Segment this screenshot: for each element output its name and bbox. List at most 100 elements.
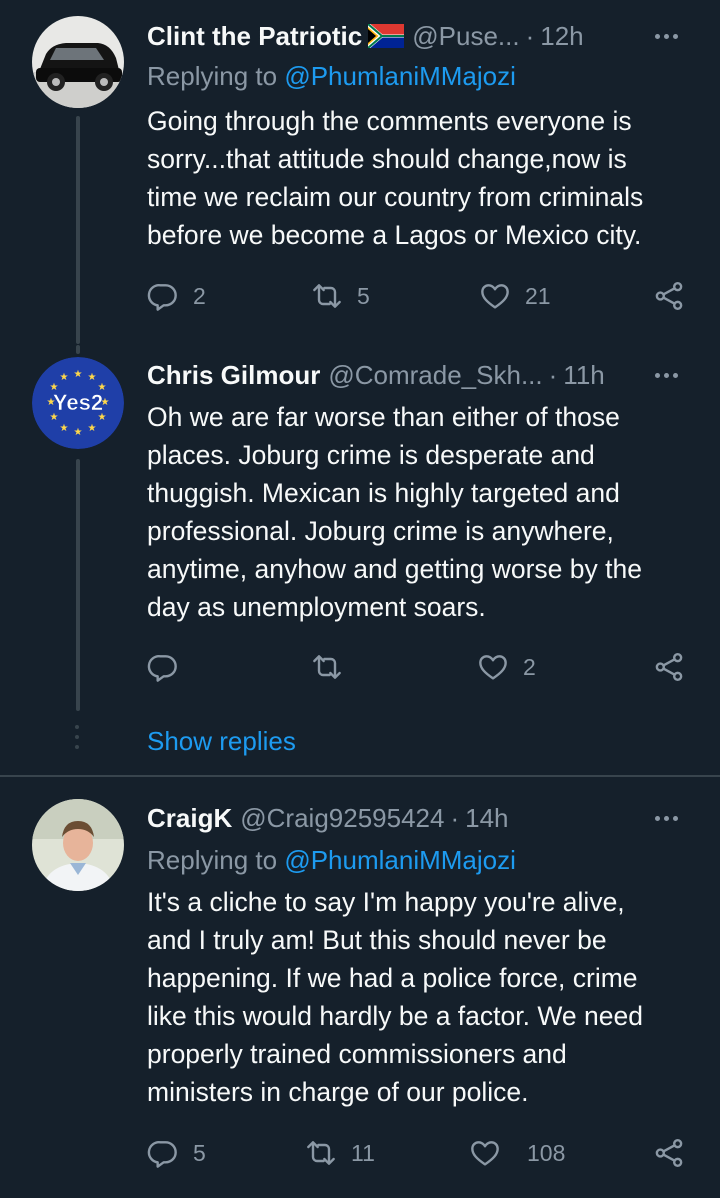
thread-line	[76, 116, 80, 344]
thread-line	[76, 459, 80, 711]
replying-to: Replying to @PhumlaniMMajozi	[147, 842, 516, 878]
retweet-count: 11	[351, 1139, 375, 1166]
text-line: professional. Joburg crime is anywhere,	[147, 516, 614, 546]
avatar[interactable]	[32, 799, 124, 891]
thread-line	[76, 345, 80, 354]
share-button[interactable]	[653, 276, 685, 316]
svg-text:★: ★	[60, 372, 69, 383]
tweet-text: Oh we are far worse than either of those…	[147, 398, 692, 626]
handle[interactable]: @Comrade_Skh...	[328, 357, 542, 393]
text-line: sorry...that attitude should change,now …	[147, 144, 627, 174]
share-icon	[653, 651, 685, 683]
thread-continuation-dots	[74, 725, 80, 755]
like-button[interactable]: 108	[469, 1133, 565, 1173]
text-line: and I truly am! But this should never be	[147, 925, 607, 955]
more-icon[interactable]	[648, 18, 684, 54]
tweet-header: Clint the Patriotic @Puse... · 12h	[147, 18, 720, 54]
avatar[interactable]	[32, 16, 124, 108]
tweet-chris[interactable]: ★ ★ ★ ★ ★ ★ ★ ★ ★ ★ ★ ★ Yes2 Chris Gilmour @Comr…	[0, 345, 720, 775]
car-avatar-image	[32, 16, 124, 108]
retweet-count: 5	[357, 282, 370, 309]
text-line: anytime, anyhow and getting worse by the	[147, 554, 642, 584]
retweet-icon	[311, 280, 343, 312]
like-count: 108	[527, 1139, 566, 1166]
tweet-header: Chris Gilmour @Comrade_Skh... · 11h	[147, 357, 720, 393]
mention-link[interactable]: @PhumlaniMMajozi	[284, 845, 516, 875]
like-icon	[469, 1137, 501, 1169]
tweet-clint[interactable]: Clint the Patriotic @Puse... · 12h Reply…	[0, 0, 720, 345]
text-line: Oh we are far worse than either of those	[147, 402, 620, 432]
text-line: It's a cliche to say I'm happy you're al…	[147, 887, 625, 917]
separator-dot: ·	[548, 360, 558, 390]
action-bar: 2	[147, 647, 720, 687]
handle[interactable]: @Craig92595424	[240, 800, 444, 836]
reply-icon	[147, 1137, 179, 1169]
svg-text:★: ★	[60, 423, 69, 434]
retweet-icon	[305, 1137, 337, 1169]
mention-link[interactable]: @PhumlaniMMajozi	[284, 61, 516, 91]
replying-prefix: Replying to	[147, 845, 278, 875]
text-line: Going through the comments everyone is	[147, 106, 632, 136]
handle[interactable]: @Puse...	[412, 18, 519, 54]
replying-to: Replying to @PhumlaniMMajozi	[147, 58, 516, 94]
like-icon	[477, 651, 509, 683]
tweet-header: CraigK @Craig92595424 · 14h	[147, 800, 720, 836]
south-africa-flag-icon	[368, 24, 405, 48]
text-line: places. Joburg crime is desperate and	[147, 440, 595, 470]
reply-feed: Clint the Patriotic @Puse... · 12h Reply…	[0, 0, 720, 1198]
like-count: 2	[523, 653, 536, 680]
text-line: ministers in charge of our police.	[147, 1077, 529, 1107]
reply-count: 5	[193, 1139, 206, 1166]
text-line: day as unemployment soars.	[147, 592, 486, 622]
reply-icon	[147, 280, 179, 312]
svg-text:★: ★	[74, 427, 83, 438]
text-line: happening. If we had a police force, cri…	[147, 963, 638, 993]
retweet-button[interactable]: 11	[305, 1133, 375, 1173]
share-icon	[653, 280, 685, 312]
reply-count: 2	[193, 282, 206, 309]
separator-dot: ·	[450, 803, 460, 833]
tweet-craigk[interactable]: CraigK @Craig92595424 · 14h Replying to …	[0, 777, 720, 1198]
timestamp[interactable]: 14h	[465, 800, 508, 836]
share-button[interactable]	[653, 647, 685, 687]
like-icon	[479, 280, 511, 312]
like-count: 21	[525, 282, 551, 309]
svg-text:★: ★	[88, 423, 97, 434]
avatar-logo-text: Yes2	[53, 390, 103, 415]
tweet-text: Going through the comments everyone is s…	[147, 102, 692, 254]
like-button[interactable]: 21	[479, 276, 551, 316]
yes2-avatar-image: ★ ★★ ★★★ ★★★ ★★★ Yes2	[32, 357, 124, 449]
display-name[interactable]: CraigK	[147, 800, 232, 836]
retweet-icon	[311, 651, 343, 683]
display-name[interactable]: Chris Gilmour	[147, 357, 320, 393]
tweet-text: It's a cliche to say I'm happy you're al…	[147, 883, 692, 1111]
separator-dot: ·	[525, 21, 535, 51]
svg-text:★: ★	[74, 369, 83, 380]
svg-text:★: ★	[88, 372, 97, 383]
action-bar: 2 5 21	[147, 276, 720, 316]
retweet-button[interactable]	[311, 647, 343, 687]
text-line: time we reclaim our country from crimina…	[147, 182, 644, 212]
timestamp[interactable]: 11h	[563, 357, 604, 393]
action-bar: 5 11 108	[147, 1133, 720, 1173]
reply-icon	[147, 651, 179, 683]
retweet-button[interactable]: 5	[311, 276, 370, 316]
replying-prefix: Replying to	[147, 61, 278, 91]
text-line: like this would hardly be a factor. We n…	[147, 1001, 643, 1031]
avatar[interactable]: ★ ★ ★ ★ ★ ★ ★ ★ ★ ★ ★ ★ Yes2	[32, 357, 124, 449]
like-button[interactable]: 2	[477, 647, 536, 687]
more-icon[interactable]	[648, 357, 684, 393]
text-line: before we become a Lagos or Mexico city.	[147, 220, 642, 250]
show-replies-link[interactable]: Show replies	[147, 723, 296, 759]
reply-button[interactable]: 5	[147, 1133, 206, 1173]
share-icon	[653, 1137, 685, 1169]
share-button[interactable]	[653, 1133, 685, 1173]
more-icon[interactable]	[648, 800, 684, 836]
text-line: properly trained commissioners and	[147, 1039, 567, 1069]
display-name[interactable]: Clint the Patriotic	[147, 18, 362, 54]
timestamp[interactable]: 12h	[540, 18, 583, 54]
person-avatar-image	[32, 799, 124, 891]
reply-button[interactable]	[147, 647, 179, 687]
reply-button[interactable]: 2	[147, 276, 206, 316]
text-line: thuggish. Mexican is highly targeted and	[147, 478, 620, 508]
